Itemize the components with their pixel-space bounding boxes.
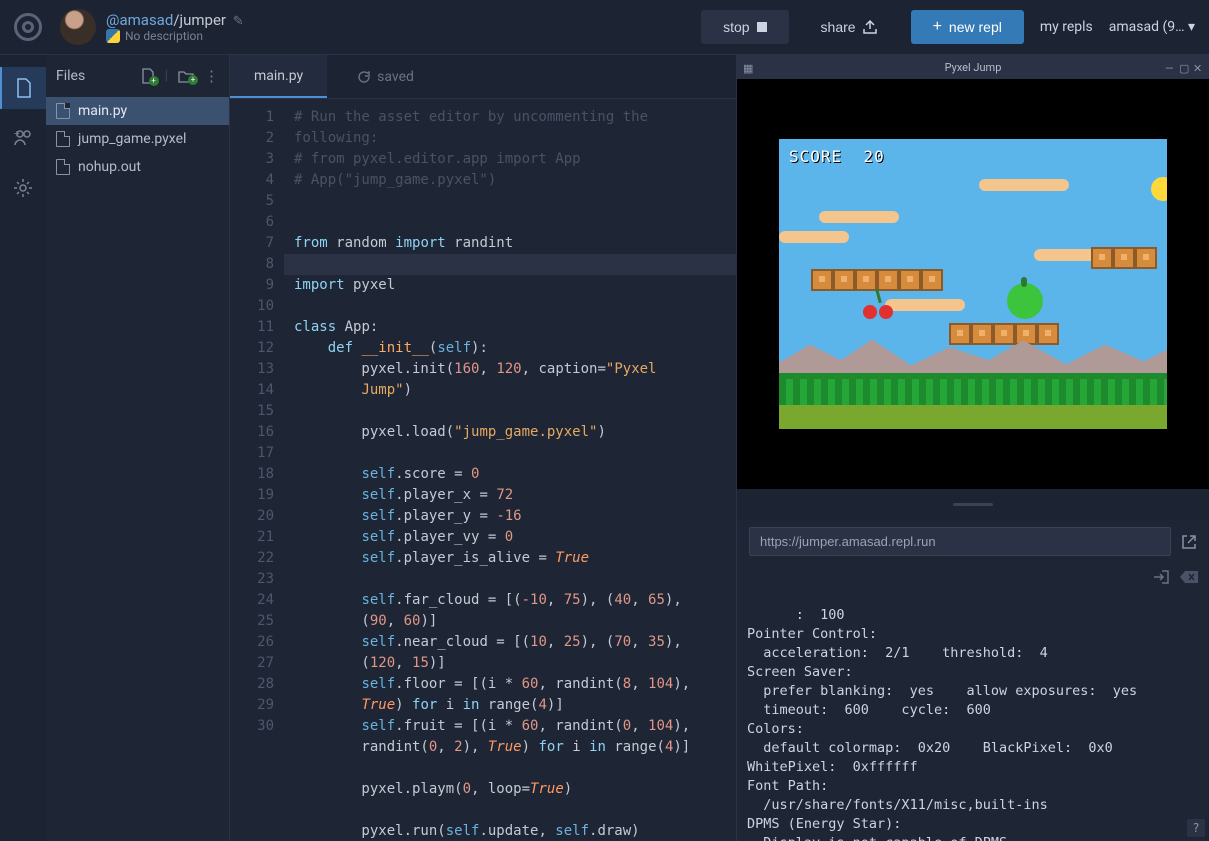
code-editor[interactable]: 1234567891011121314151617181920212223242… xyxy=(230,99,736,841)
console-clear-icon[interactable] xyxy=(1179,570,1199,584)
file-name: nohup.out xyxy=(78,159,141,175)
line-gutter: 1234567891011121314151617181920212223242… xyxy=(230,99,284,841)
share-button[interactable]: share xyxy=(799,10,901,44)
console-login-icon[interactable] xyxy=(1153,570,1169,584)
minimize-icon[interactable]: ― xyxy=(1165,62,1175,72)
ground-sprite xyxy=(779,405,1167,429)
pixel-game-scene: SCORE 20 xyxy=(779,139,1167,429)
top-bar: @amasad/jumper ✎ No description stop sha… xyxy=(0,0,1209,55)
cloud-sprite xyxy=(885,299,965,311)
multiplayer-nav-icon[interactable]: + xyxy=(0,117,46,159)
file-row[interactable]: jump_game.pyxel xyxy=(46,125,229,153)
file-icon xyxy=(56,131,70,147)
game-output: ▦ Pyxel Jump ― ▢ ✕ SCORE 20 xyxy=(737,55,1209,489)
repl-url-input[interactable] xyxy=(749,527,1171,556)
my-repls-link[interactable]: my repls xyxy=(1034,19,1099,35)
edit-name-icon[interactable]: ✎ xyxy=(233,14,244,29)
platform-sprite xyxy=(811,269,943,291)
owner-link[interactable]: @amasad xyxy=(106,11,173,29)
avatar[interactable] xyxy=(60,9,96,45)
project-title[interactable]: @amasad/jumper ✎ xyxy=(106,11,244,30)
file-name: main.py xyxy=(78,103,127,119)
share-icon xyxy=(863,20,879,34)
project-name: jumper xyxy=(180,11,226,29)
cherry-sprite xyxy=(863,289,897,319)
files-title: Files xyxy=(56,68,85,84)
settings-nav-icon[interactable] xyxy=(0,167,46,209)
left-rail: + xyxy=(0,55,46,841)
close-icon[interactable]: ✕ xyxy=(1193,62,1203,72)
files-nav-icon[interactable] xyxy=(0,67,46,109)
cloud-sprite xyxy=(779,231,849,243)
files-menu-icon[interactable]: ⋮ xyxy=(204,67,219,85)
file-row[interactable]: nohup.out xyxy=(46,153,229,181)
platform-sprite xyxy=(949,323,1059,345)
file-row[interactable]: main.py xyxy=(46,97,229,125)
stop-button[interactable]: stop xyxy=(701,10,788,44)
maximize-icon[interactable]: ▢ xyxy=(1179,62,1189,72)
files-header: Files + | + ⋮ xyxy=(46,55,229,97)
cloud-sprite xyxy=(819,211,899,223)
apple-sprite xyxy=(1007,283,1043,319)
file-icon xyxy=(56,103,70,119)
help-icon[interactable]: ? xyxy=(1187,819,1205,837)
pane-resize-handle[interactable] xyxy=(737,489,1209,519)
console-text: : 100 Pointer Control: acceleration: 2/1… xyxy=(747,607,1145,841)
file-name: jump_game.pyxel xyxy=(78,131,186,147)
game-canvas[interactable]: SCORE 20 xyxy=(737,79,1209,489)
url-bar xyxy=(737,519,1209,564)
file-icon xyxy=(56,159,70,175)
open-external-icon[interactable] xyxy=(1181,534,1197,550)
code-area[interactable]: # Run the asset editor by uncommenting t… xyxy=(284,99,736,841)
cloud-sprite xyxy=(979,179,1069,191)
tab-main-py[interactable]: main.py xyxy=(230,55,327,98)
replit-logo-icon[interactable] xyxy=(14,13,42,41)
trees-sprite xyxy=(779,373,1167,407)
project-info: @amasad/jumper ✎ No description xyxy=(106,11,244,44)
user-menu[interactable]: amasad (9… ▾ xyxy=(1109,19,1195,35)
console-output[interactable]: : 100 Pointer Control: acceleration: 2/1… xyxy=(737,564,1209,841)
game-window-titlebar[interactable]: ▦ Pyxel Jump ― ▢ ✕ xyxy=(737,55,1209,79)
editor-tabs: main.py saved xyxy=(230,55,736,99)
sun-sprite xyxy=(1151,177,1167,201)
platform-sprite xyxy=(1091,247,1157,269)
saved-indicator: saved xyxy=(357,69,414,85)
stop-icon xyxy=(757,22,767,32)
main-area: + Files + | + ⋮ main.py jump_game.pyxelno… xyxy=(0,55,1209,841)
new-repl-button[interactable]: +new repl xyxy=(911,10,1024,44)
window-icon: ▦ xyxy=(743,62,753,72)
python-icon xyxy=(106,29,120,43)
refresh-icon xyxy=(357,70,371,84)
editor-column: main.py saved 12345678910111213141516171… xyxy=(230,55,736,841)
new-file-icon[interactable]: + xyxy=(141,68,155,84)
files-panel: Files + | + ⋮ main.py jump_game.pyxelnohu… xyxy=(46,55,230,841)
output-column: ▦ Pyxel Jump ― ▢ ✕ SCORE 20 xyxy=(736,55,1209,841)
svg-text:+: + xyxy=(14,129,20,140)
project-description: No description xyxy=(106,29,244,43)
new-folder-icon[interactable]: + xyxy=(178,69,194,83)
